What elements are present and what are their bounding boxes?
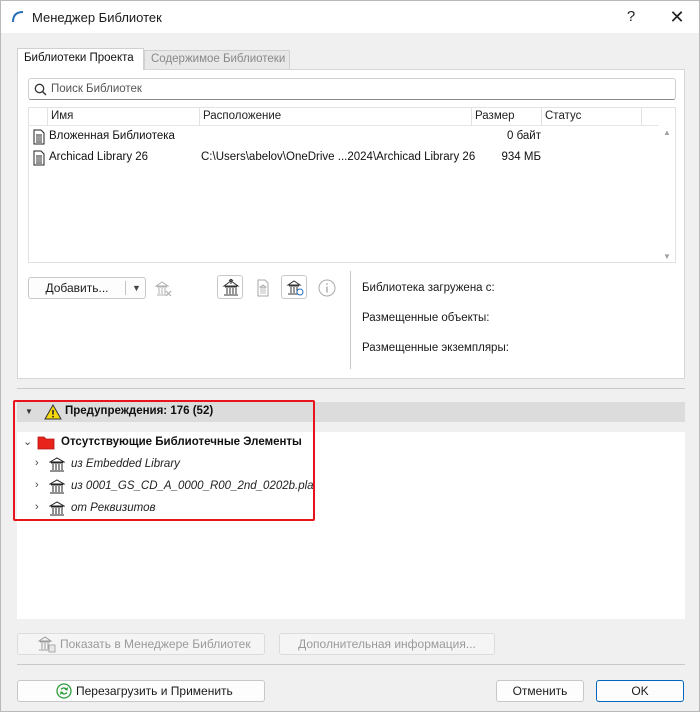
library-action-button-2[interactable] bbox=[249, 275, 275, 299]
scroll-up-arrow-icon[interactable]: ▲ bbox=[663, 128, 671, 137]
embedded-library-icon bbox=[33, 129, 45, 145]
cancel-button[interactable]: Отменить bbox=[496, 680, 584, 702]
table-row[interactable]: Вложенная Библиотека 0 байт bbox=[29, 127, 661, 147]
library-document-icon bbox=[257, 279, 269, 297]
close-button[interactable]: ✕ bbox=[666, 7, 688, 27]
show-in-library-manager-label: Показать в Менеджере Библиотек bbox=[60, 637, 251, 651]
reload-and-apply-label: Перезагрузить и Применить bbox=[76, 684, 233, 698]
info-icon bbox=[318, 279, 336, 297]
ok-button[interactable]: OK bbox=[596, 680, 684, 702]
title-bar: Менеджер Библиотек ? ✕ bbox=[1, 1, 699, 33]
window-title: Менеджер Библиотек bbox=[32, 10, 162, 25]
reload-icon bbox=[56, 683, 72, 699]
remove-library-button[interactable] bbox=[149, 276, 175, 300]
column-header-spacer bbox=[641, 108, 661, 126]
scroll-down-arrow-icon[interactable]: ▼ bbox=[663, 252, 671, 261]
column-header-location[interactable]: Расположение bbox=[199, 108, 471, 126]
panel-divider bbox=[350, 271, 351, 369]
library-size: 0 байт bbox=[506, 130, 541, 142]
library-export-icon bbox=[222, 279, 240, 296]
libraries-table: Имя Расположение Размер Статус Вложенная… bbox=[28, 107, 676, 263]
column-header-name[interactable]: Имя bbox=[47, 108, 199, 126]
library-file-icon bbox=[33, 150, 45, 166]
table-header: Имя Расположение Размер Статус bbox=[29, 108, 661, 126]
help-button[interactable]: ? bbox=[620, 7, 642, 27]
library-settings-icon bbox=[286, 280, 304, 296]
library-name: Вложенная Библиотека bbox=[49, 130, 175, 142]
search-input[interactable] bbox=[51, 81, 671, 97]
footer-divider bbox=[17, 664, 685, 665]
show-in-library-manager-button[interactable]: Показать в Менеджере Библиотек bbox=[17, 633, 265, 655]
library-location: C:\Users\abelov\OneDrive ...2024\Archica… bbox=[201, 151, 476, 163]
library-loaded-from-label: Библиотека загружена с: bbox=[362, 282, 495, 294]
library-size: 934 МБ bbox=[501, 151, 541, 163]
search-icon bbox=[34, 83, 47, 96]
placed-instances-label: Размещенные экземпляры: bbox=[362, 342, 509, 354]
archicad-app-icon bbox=[12, 11, 24, 23]
library-name: Archicad Library 26 bbox=[49, 151, 149, 163]
project-libraries-panel: Имя Расположение Размер Статус Вложенная… bbox=[17, 69, 685, 379]
library-info-button[interactable] bbox=[313, 275, 339, 299]
library-manager-icon bbox=[38, 636, 56, 653]
add-library-button[interactable]: Добавить... ▼ bbox=[28, 277, 146, 299]
library-manager-dialog: Менеджер Библиотек ? ✕ Библиотеки Проект… bbox=[0, 0, 700, 712]
placed-objects-label: Размещенные объекты: bbox=[362, 312, 490, 324]
tab-project-libraries[interactable]: Библиотеки Проекта bbox=[17, 48, 144, 70]
table-row[interactable]: Archicad Library 26 C:\Users\abelov\OneD… bbox=[29, 148, 661, 168]
reload-and-apply-button[interactable]: Перезагрузить и Применить bbox=[17, 680, 265, 702]
library-action-button-3[interactable] bbox=[281, 275, 307, 299]
tab-library-contents[interactable]: Содержимое Библиотеки bbox=[144, 50, 290, 69]
column-header-size[interactable]: Размер bbox=[471, 108, 541, 126]
column-header-status[interactable]: Статус bbox=[541, 108, 641, 126]
section-divider bbox=[17, 388, 685, 389]
add-library-label: Добавить... bbox=[45, 281, 109, 295]
warnings-highlight-frame bbox=[13, 400, 315, 521]
table-scrollbar[interactable]: ▲ ▼ bbox=[659, 108, 675, 262]
more-info-button[interactable]: Дополнительная информация... bbox=[279, 633, 495, 655]
add-dropdown-arrow-icon[interactable]: ▼ bbox=[132, 278, 141, 298]
add-button-separator bbox=[125, 281, 126, 295]
library-action-button-1[interactable] bbox=[217, 275, 243, 299]
remove-library-icon bbox=[154, 281, 172, 297]
search-box[interactable] bbox=[28, 78, 676, 100]
